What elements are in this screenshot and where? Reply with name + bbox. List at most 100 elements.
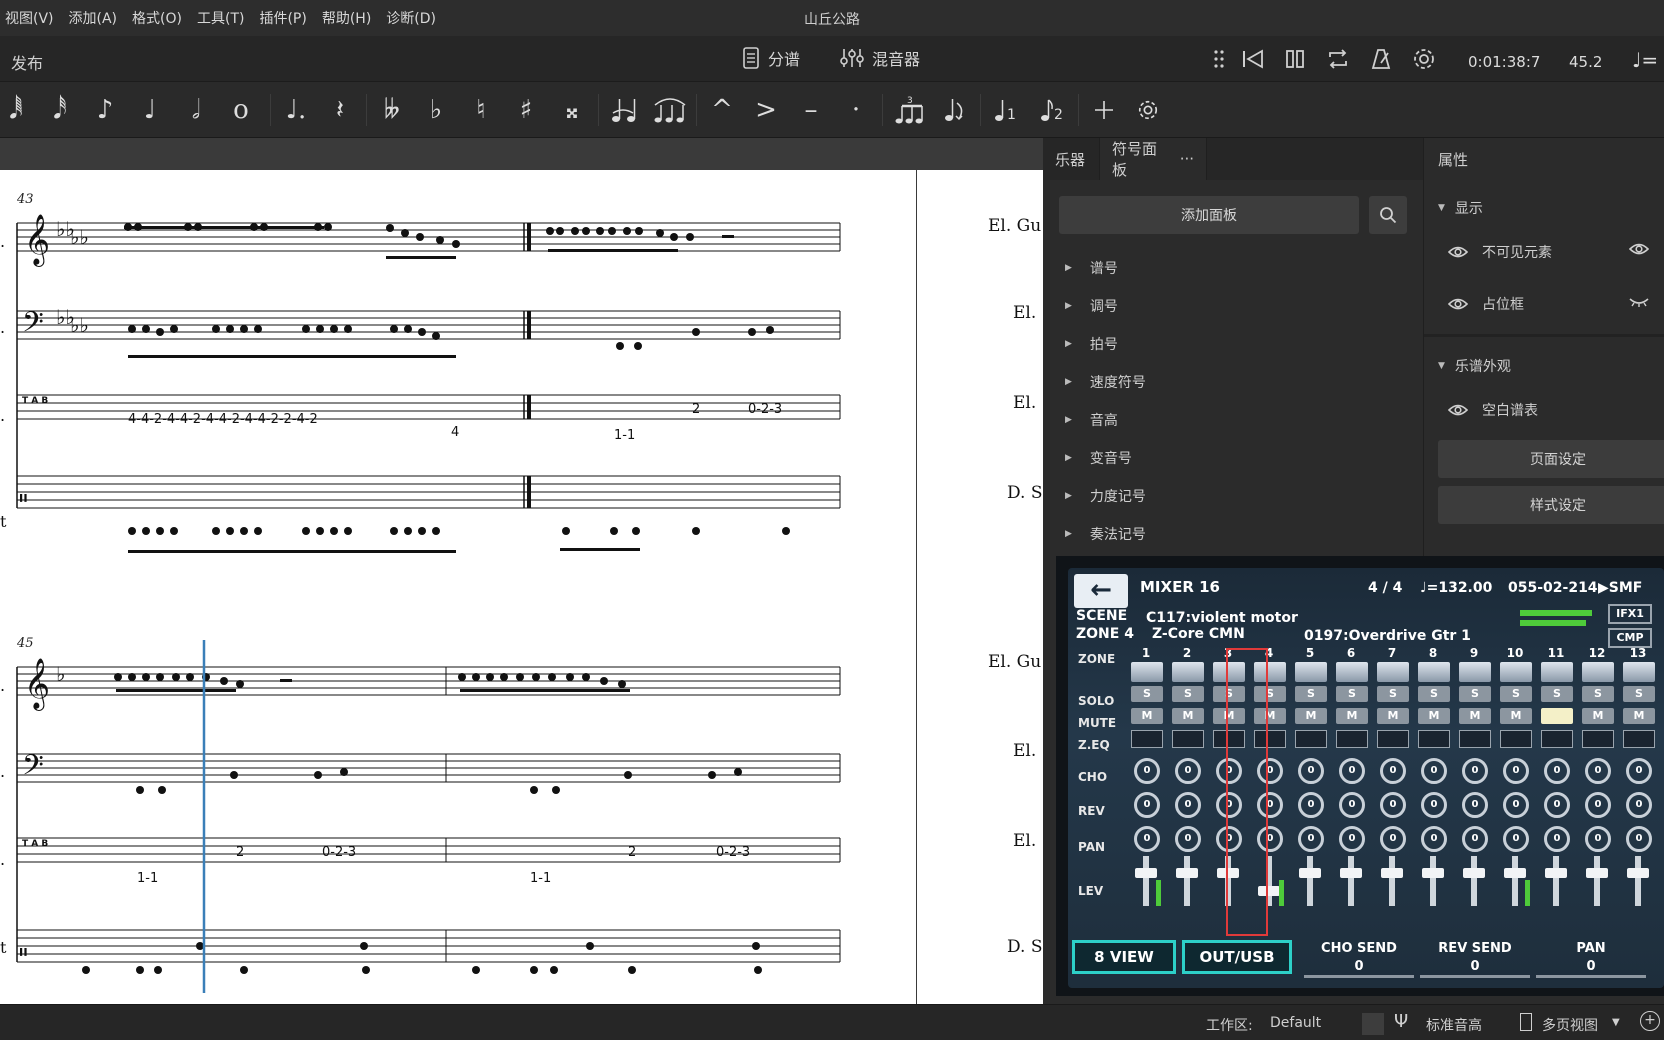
fader-cap xyxy=(1176,868,1198,878)
tab-instruments[interactable]: 乐器 xyxy=(1043,138,1097,180)
mixer-button[interactable]: 混音器 xyxy=(840,46,920,70)
concert-pitch-toggle[interactable]: 标准音高 xyxy=(1426,1015,1482,1035)
toggle-checkbox[interactable] xyxy=(1362,1013,1384,1035)
palette-item-clefs[interactable]: ▶ 谱号 xyxy=(1065,258,1118,278)
thirty-second-note-icon[interactable]: 𝅘𝅥𝅰 xyxy=(40,90,80,130)
toggle-placeholder[interactable]: 占位框 xyxy=(1448,294,1524,314)
search-button[interactable] xyxy=(1369,196,1407,234)
playback-tempo[interactable]: 45.2 xyxy=(1569,53,1602,71)
svg-text:♭♭: ♭♭ xyxy=(70,225,89,249)
menu-plugins[interactable]: 插件(P) xyxy=(254,8,316,28)
svg-text:♭♭: ♭♭ xyxy=(70,313,89,337)
menu-diagnostics[interactable]: 诊断(D) xyxy=(381,8,446,28)
level-fader xyxy=(1348,856,1354,906)
section-display[interactable]: ▼ 显示 xyxy=(1438,198,1483,218)
whole-note-icon[interactable]: o xyxy=(221,90,261,130)
staccato-icon[interactable]: · xyxy=(836,90,876,130)
natural-icon[interactable]: ♮ xyxy=(461,90,501,130)
expand-arrow-icon: ▶ xyxy=(1065,453,1072,463)
publish-tab[interactable]: 发布 xyxy=(11,50,43,74)
sixty-fourth-note-icon[interactable]: 𝅘𝅥𝅱 xyxy=(0,90,36,130)
playback-settings-icon[interactable] xyxy=(1411,46,1437,72)
knob: 0 xyxy=(1380,792,1406,818)
page-settings-button[interactable]: 页面设定 xyxy=(1438,440,1664,478)
svg-text:0-2-3: 0-2-3 xyxy=(748,402,782,417)
flat-icon[interactable]: ♭ xyxy=(416,90,456,130)
flip-direction-icon[interactable] xyxy=(934,90,974,130)
parts-button[interactable]: 分谱 xyxy=(742,46,800,70)
palette-item-pitch[interactable]: ▶ 音高 xyxy=(1065,410,1118,430)
menu-tools[interactable]: 工具(T) xyxy=(192,8,254,28)
loop-icon[interactable] xyxy=(1325,46,1351,72)
expand-arrow-icon: ▶ xyxy=(1065,415,1072,425)
toggle-hidden-next[interactable] xyxy=(1629,242,1649,256)
sharp-icon[interactable]: ♯ xyxy=(506,90,546,130)
channel-number: 2 xyxy=(1182,646,1192,660)
palette-item-articulations[interactable]: ▶ 奏法记号 xyxy=(1065,524,1146,544)
palette-item-keys[interactable]: ▶ 调号 xyxy=(1065,296,1118,316)
chevron-down-icon[interactable]: ▼ xyxy=(1612,1017,1620,1028)
rewind-icon[interactable] xyxy=(1240,46,1266,72)
metronome-icon[interactable] xyxy=(1368,46,1394,72)
gear-icon[interactable] xyxy=(1128,90,1168,130)
voice-1-icon[interactable]: 1 xyxy=(986,90,1026,130)
knob: 0 xyxy=(1503,792,1529,818)
tab-palettes-label: 符号面板 xyxy=(1112,140,1158,179)
menu-view[interactable]: 视图(V) xyxy=(0,8,64,28)
palette-item-time-signatures[interactable]: ▶ 拍号 xyxy=(1065,334,1118,354)
toggle-invisible[interactable]: 不可见元素 xyxy=(1448,242,1552,262)
palette-item-dynamics[interactable]: ▶ 力度记号 xyxy=(1065,486,1146,506)
more-icon[interactable]: ··· xyxy=(1180,150,1194,168)
tie-icon[interactable] xyxy=(604,90,644,130)
solo-button: S xyxy=(1131,686,1163,702)
cmp-button: CMP xyxy=(1608,628,1652,648)
menu-format[interactable]: 格式(O) xyxy=(127,8,192,28)
drag-handle-icon[interactable] xyxy=(1206,46,1232,72)
play-pause-icon[interactable] xyxy=(1282,46,1308,72)
fader-cap xyxy=(1299,868,1321,878)
double-flat-icon[interactable]: 𝄫 xyxy=(372,90,412,130)
svg-text:2: 2 xyxy=(1054,107,1063,123)
half-note-icon[interactable]: 𝅗𝅥 xyxy=(176,90,216,130)
mixer-channel-strip: 1 SM 0 0 0 xyxy=(1128,646,1164,912)
workspace-select[interactable]: Default xyxy=(1270,1015,1321,1031)
zone-eq-slot xyxy=(1172,730,1204,748)
mixer-channel-strip: 2 SM 0 0 0 xyxy=(1169,646,1205,912)
marcato-icon[interactable]: ^ xyxy=(702,90,742,130)
fader-cap xyxy=(1463,868,1485,878)
instrument-thumbnail xyxy=(1336,662,1368,682)
solo-button: S xyxy=(1377,686,1409,702)
tuplet-icon[interactable]: 3 xyxy=(890,90,930,130)
measure-number: 45 xyxy=(17,636,34,651)
palette-item-accidentals[interactable]: ▶ 变音号 xyxy=(1065,448,1132,468)
rest-icon[interactable]: 𝄽 xyxy=(320,90,360,130)
quarter-note-icon[interactable]: ♩ xyxy=(130,90,170,130)
level-fader xyxy=(1389,856,1395,906)
instrument-label-cut: . xyxy=(0,676,6,695)
zoom-in-icon[interactable]: + xyxy=(1640,1011,1660,1031)
status-bar: 工作区: Default Ψ 标准音高 多页视图 ▼ + xyxy=(0,1004,1664,1040)
voice-2-icon[interactable]: 2 xyxy=(1032,90,1072,130)
style-settings-button[interactable]: 样式设定 xyxy=(1438,486,1664,524)
solo-button: S xyxy=(1582,686,1614,702)
toggle-blank-staff[interactable]: 空白谱表 xyxy=(1448,400,1538,420)
double-sharp-icon[interactable]: 𝄪 xyxy=(552,90,592,130)
toggle-hidden-next-2[interactable] xyxy=(1629,294,1649,308)
add-icon[interactable] xyxy=(1084,90,1124,130)
view-mode-select[interactable]: 多页视图 xyxy=(1542,1015,1598,1035)
section-appearance[interactable]: ▼ 乐谱外观 xyxy=(1438,356,1511,376)
level-fader xyxy=(1307,856,1313,906)
accent-icon[interactable]: > xyxy=(746,90,786,130)
eighth-note-icon[interactable]: ♪ xyxy=(85,90,125,130)
knob: 0 xyxy=(1339,826,1365,852)
palette-panel: 乐器 符号面板 ··· 添加面板 ▶ 谱号 ▶ 调号 ▶ 拍号 ▶ 速度符号 ▶ 音高 ▶… xyxy=(1043,138,1423,556)
add-palette-button[interactable]: 添加面板 xyxy=(1059,196,1359,234)
tenuto-icon[interactable]: – xyxy=(791,90,831,130)
menu-help[interactable]: 帮助(H) xyxy=(317,8,381,28)
dotted-note-icon[interactable]: ♩. xyxy=(276,90,316,130)
palette-item-tempo[interactable]: ▶ 速度符号 xyxy=(1065,372,1146,392)
knob: 0 xyxy=(1462,792,1488,818)
menu-add[interactable]: 添加(A) xyxy=(64,8,128,28)
slur-icon[interactable] xyxy=(650,90,690,130)
tab-palettes[interactable]: 符号面板 ··· xyxy=(1099,138,1207,180)
